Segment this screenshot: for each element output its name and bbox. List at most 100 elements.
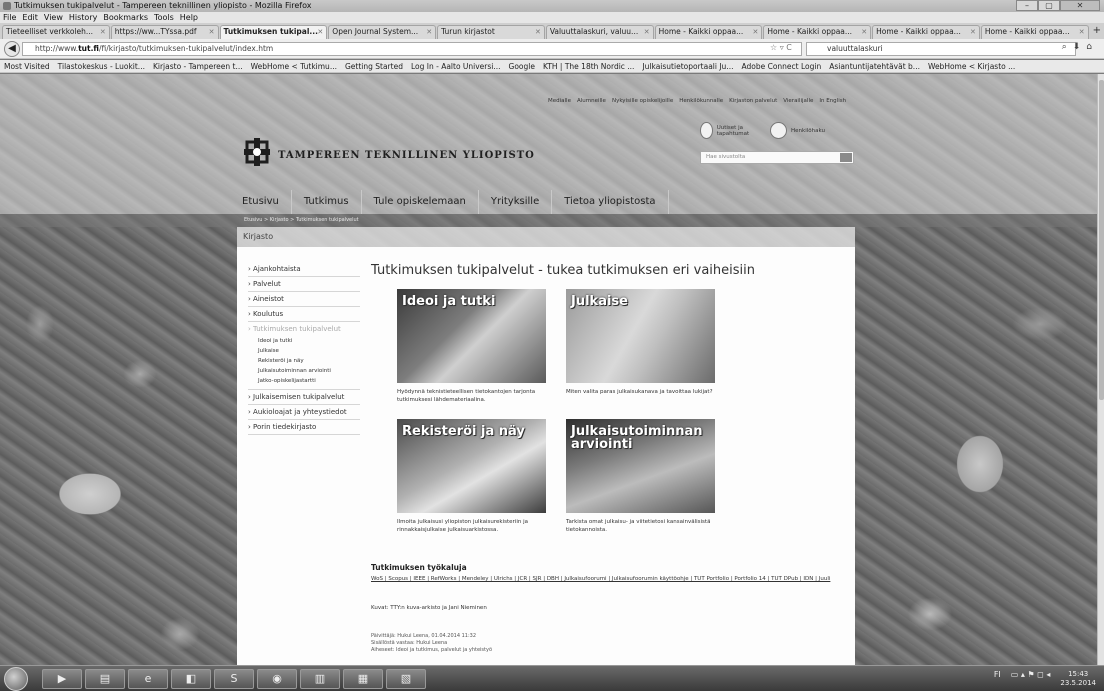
sidebar-item-palvelut[interactable]: › Palvelut [248, 277, 360, 292]
sidebar-item-julkaiseminen[interactable]: › Julkaisemisen tukipalvelut [248, 390, 360, 405]
close-button[interactable]: ✕ [1060, 0, 1100, 11]
toplink[interactable]: Nykyisille opiskelijoille [609, 98, 676, 104]
sidebar-subitem[interactable]: Rekisteröi ja näy [248, 356, 360, 366]
sidebar-item-koulutus[interactable]: › Koulutus [248, 307, 360, 322]
sidebar-subitem[interactable]: Julkaise [248, 346, 360, 356]
card-julkaise[interactable]: Julkaise Miten valita paras julkaisukana… [566, 289, 715, 396]
browser-tab[interactable]: Turun kirjastot ✕ [437, 25, 545, 39]
clock[interactable]: 15:43 23.5.2014 [1060, 670, 1096, 688]
minimize-button[interactable]: – [1016, 0, 1038, 11]
tools-links[interactable]: WoS | Scopus | IEEE | RefWorks | Mendele… [371, 575, 851, 584]
tab-close-icon[interactable]: ✕ [970, 26, 976, 38]
tab-close-icon[interactable]: ✕ [752, 26, 758, 38]
browser-tab[interactable]: Tieteelliset verkkoleh... ✕ [2, 25, 110, 39]
bookmark-item[interactable]: Julkaisutietoportaali Ju... [638, 60, 737, 72]
breadcrumb[interactable]: Etusivu > Kirjasto > Tutkimuksen tukipal… [244, 217, 359, 223]
card-image[interactable]: Julkaise [566, 289, 715, 383]
new-tab-icon[interactable]: + [1090, 23, 1104, 39]
bookmark-item[interactable]: KTH | The 18th Nordic ... [539, 60, 638, 72]
card-rekisteroi[interactable]: Rekisteröi ja näy Ilmoita julkaisusi yli… [397, 419, 546, 534]
nav-tule-opiskelemaan[interactable]: Tule opiskelemaan [362, 190, 479, 214]
tab-close-icon[interactable]: ✕ [426, 26, 432, 38]
sidebar-item-ajankohtaista[interactable]: › Ajankohtaista [248, 262, 360, 277]
bookmark-item[interactable]: Most Visited [0, 60, 54, 72]
tab-close-icon[interactable]: ✕ [209, 26, 215, 38]
tab-close-icon[interactable]: ✕ [1079, 26, 1085, 38]
sidebar-item-current[interactable]: › Tutkimuksen tukipalvelut [248, 322, 360, 336]
url-input[interactable]: http://www.tut.fi/fi/kirjasto/tutkimukse… [22, 42, 802, 56]
bookmark-item[interactable]: Adobe Connect Login [737, 60, 825, 72]
start-button-icon[interactable] [4, 667, 28, 691]
browser-tab-active[interactable]: Tutkimuksen tukipal... ✕ [219, 25, 328, 39]
taskbar-outlook-icon[interactable]: ◧ [171, 669, 211, 689]
taskbar-explorer-icon[interactable]: ▤ [85, 669, 125, 689]
tab-close-icon[interactable]: ✕ [100, 26, 106, 38]
sidebar-subitem[interactable]: Jatko-opiskelijastartti [248, 376, 360, 390]
card-arviointi[interactable]: Julkaisutoiminnan arviointi Tarkista oma… [566, 419, 715, 534]
tab-close-icon[interactable]: ✕ [317, 26, 323, 38]
tut-logo-icon[interactable] [244, 138, 270, 166]
toplink[interactable]: In English [816, 98, 849, 104]
menu-help[interactable]: Help [177, 12, 201, 23]
browser-tab[interactable]: Home - Kaikki oppaa... ✕ [654, 25, 763, 39]
browser-tab[interactable]: https://ww...TYssa.pdf ✕ [110, 25, 219, 39]
menu-edit[interactable]: Edit [19, 12, 41, 23]
card-image[interactable]: Julkaisutoiminnan arviointi [566, 419, 715, 513]
bookmark-item[interactable]: Log In - Aalto Universi... [407, 60, 505, 72]
sidebar-subitem[interactable]: Julkaisutoiminnan arviointi [248, 366, 360, 376]
browser-tab[interactable]: Valuuttalaskuri, valuu... ✕ [545, 25, 654, 39]
sidebar-item-aineistot[interactable]: › Aineistot [248, 292, 360, 307]
bookmark-item[interactable]: Tilastokeskus - Luokit... [54, 60, 149, 72]
search-icon[interactable] [840, 153, 852, 162]
taskbar-media-icon[interactable]: ▶ [42, 669, 82, 689]
taskbar-app-icon[interactable]: ▥ [300, 669, 340, 689]
page-scrollbar[interactable] [1097, 74, 1104, 665]
nav-tutkimus[interactable]: Tutkimus [292, 190, 362, 214]
sidebar-subitem[interactable]: Ideoi ja tutki [248, 336, 360, 346]
browser-tab[interactable]: Home - Kaikki oppaa... ✕ [872, 25, 980, 39]
toplink[interactable]: Medialle [545, 98, 574, 104]
menu-file[interactable]: File [0, 12, 19, 23]
menu-view[interactable]: View [41, 12, 66, 23]
toplink[interactable]: Vierailijalle [780, 98, 816, 104]
menu-bookmarks[interactable]: Bookmarks [100, 12, 151, 23]
tray-icons[interactable]: ▭ ▴ ⚑ ◻ ◂ [1011, 670, 1051, 688]
news-events-link[interactable]: Uutiset ja tapahtumat [700, 122, 760, 139]
sidebar-item-aukioloajat[interactable]: › Aukioloajat ja yhteystiedot [248, 405, 360, 420]
language-indicator[interactable]: FI [994, 670, 1001, 688]
taskbar-app-icon[interactable]: ▦ [343, 669, 383, 689]
toolbar-icons[interactable]: ⌕⬇⌂ [1062, 42, 1098, 52]
card-image[interactable]: Rekisteröi ja näy [397, 419, 546, 513]
card-image[interactable]: Ideoi ja tutki [397, 289, 546, 383]
bookmark-item[interactable]: Getting Started [341, 60, 407, 72]
browser-tab[interactable]: Open Journal System... ✕ [328, 25, 437, 39]
bookmark-item[interactable]: Kirjasto - Tampereen t... [149, 60, 247, 72]
menu-tools[interactable]: Tools [151, 12, 177, 23]
back-arrow-icon[interactable]: ◀ [4, 41, 20, 57]
people-search-link[interactable]: Henkilöhaku [770, 122, 830, 139]
tab-close-icon[interactable]: ✕ [535, 26, 541, 38]
bookmark-item[interactable]: WebHome < Kirjasto ... [924, 60, 1019, 72]
taskbar-ie-icon[interactable]: e [128, 669, 168, 689]
taskbar-skype-icon[interactable]: S [214, 669, 254, 689]
card-ideoi[interactable]: Ideoi ja tutki Hyödynnä teknistieteellis… [397, 289, 546, 404]
browser-tab[interactable]: Home - Kaikki oppaa... ✕ [980, 25, 1089, 39]
toplink[interactable]: Henkilökunnalle [676, 98, 726, 104]
toplink[interactable]: Alumneille [574, 98, 609, 104]
reload-icon[interactable]: ☆ ▿ C [770, 43, 792, 52]
taskbar-firefox-icon[interactable]: ◉ [257, 669, 297, 689]
taskbar-app-icon[interactable]: ▧ [386, 669, 426, 689]
tab-close-icon[interactable]: ✕ [861, 26, 867, 38]
site-search-input[interactable]: Hae sivustolta [700, 151, 854, 164]
maximize-button[interactable]: ▢ [1038, 0, 1060, 11]
menu-history[interactable]: History [66, 12, 100, 23]
browser-tab[interactable]: Home - Kaikki oppaa... ✕ [763, 25, 872, 39]
search-input[interactable]: valuuttalaskuri [806, 42, 1076, 56]
sidebar-item-pori[interactable]: › Porin tiedekirjasto [248, 420, 360, 435]
nav-tietoa-yliopistosta[interactable]: Tietoa yliopistosta [552, 190, 669, 214]
nav-yrityksille[interactable]: Yrityksille [479, 190, 553, 214]
bookmark-item[interactable]: Google [505, 60, 539, 72]
bookmark-item[interactable]: Asiantuntijatehtävät b... [825, 60, 924, 72]
logo-text[interactable]: TAMPEREEN TEKNILLINEN YLIOPISTO [278, 150, 535, 161]
tab-close-icon[interactable]: ✕ [644, 26, 650, 38]
